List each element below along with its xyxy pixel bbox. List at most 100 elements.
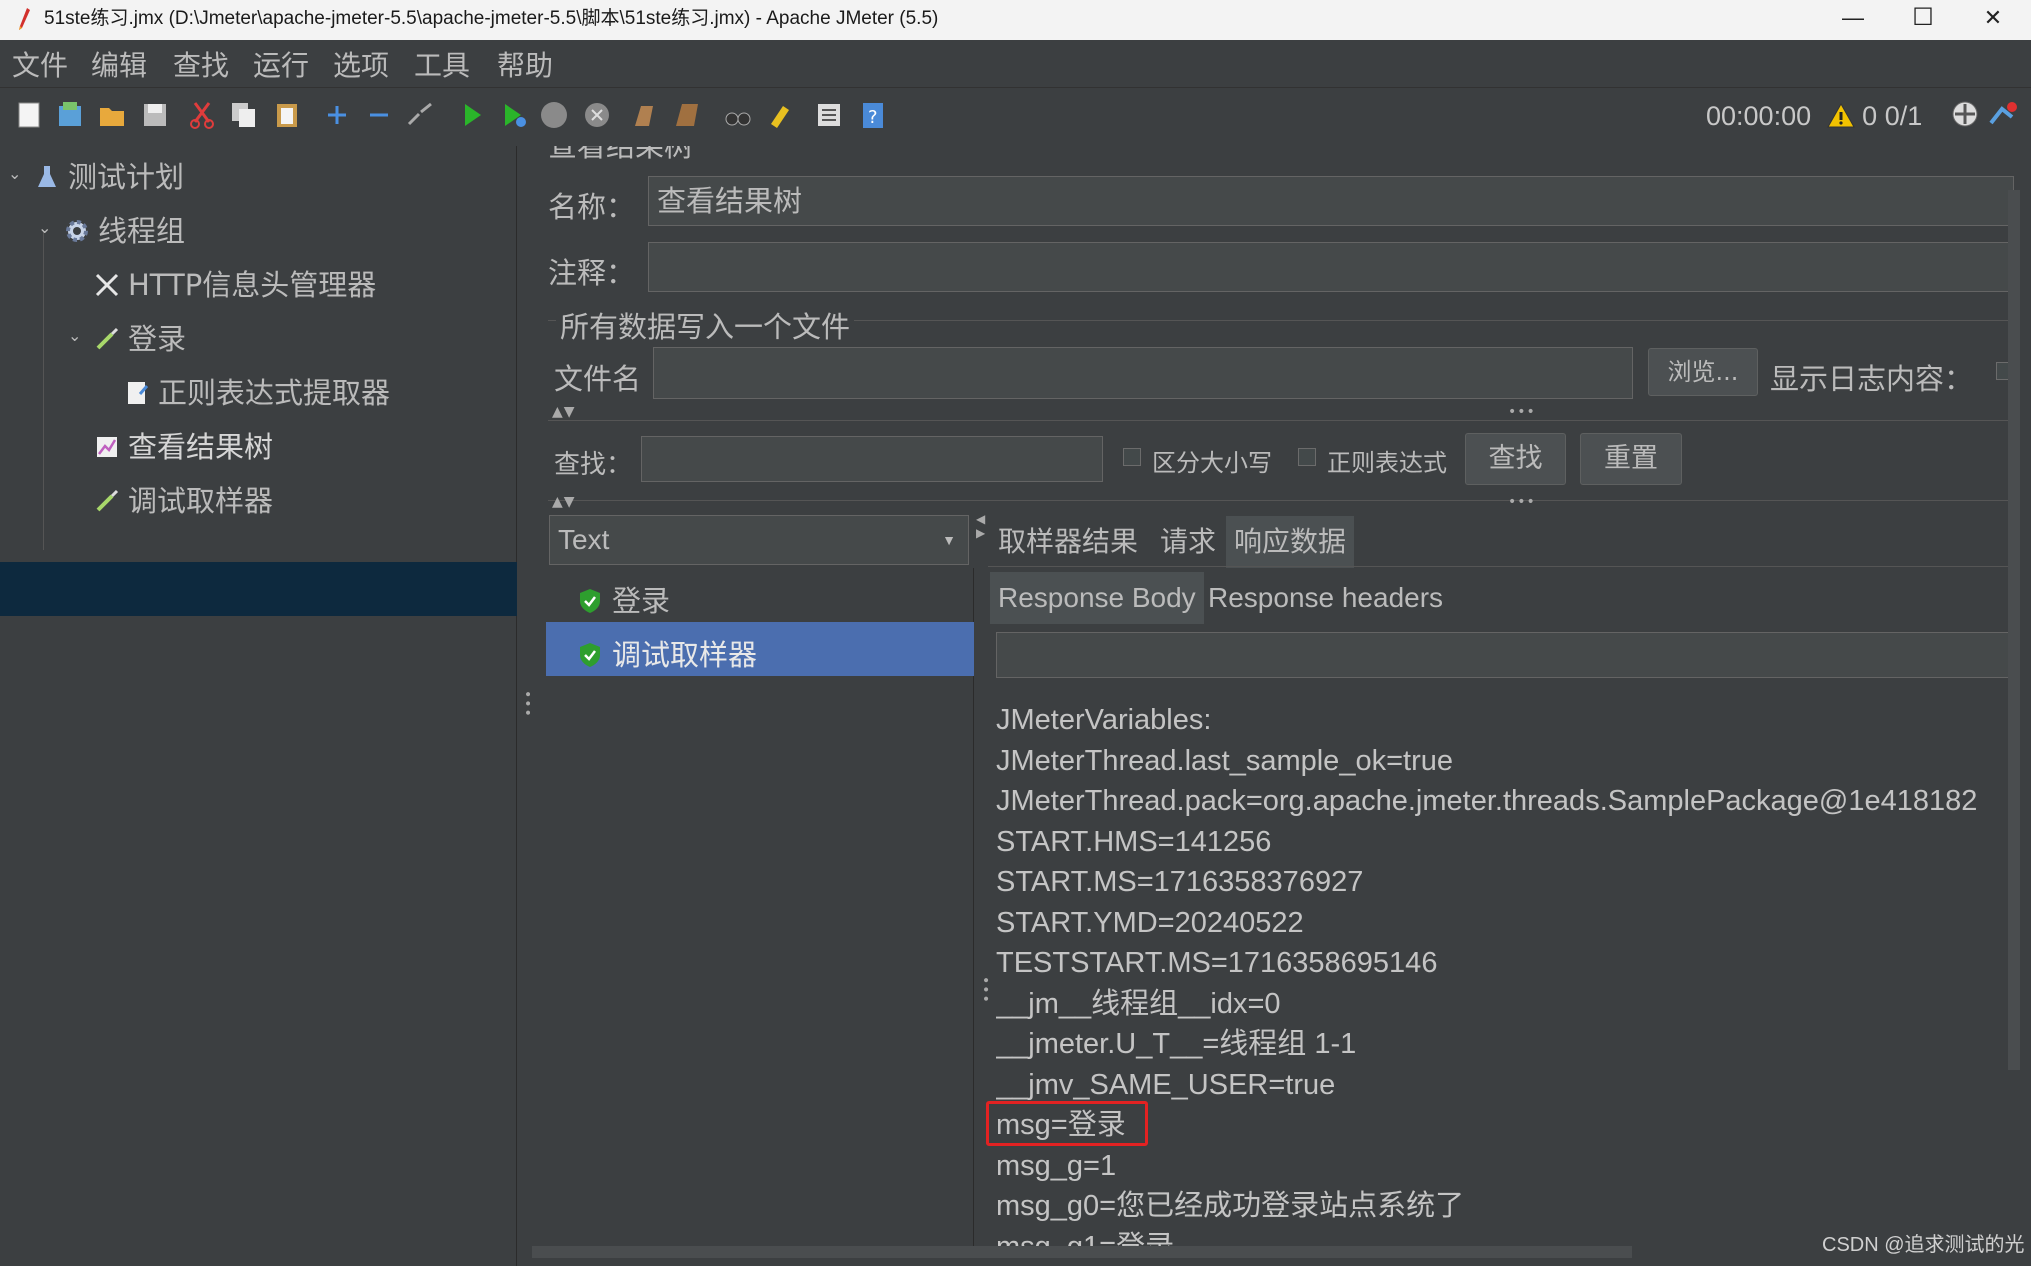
start-no-pauses-icon[interactable] [499,100,529,130]
templates-icon[interactable] [55,100,85,130]
stop-icon[interactable] [539,100,569,130]
window-titlebar: 51ste练习.jmx (D:\Jmeter\apache-jmeter-5.5… [0,0,2031,40]
menu-tools[interactable]: 工具 [414,44,470,84]
comment-field[interactable] [648,242,2014,292]
paste-icon[interactable] [272,100,302,130]
function-helper-icon[interactable] [814,100,844,130]
tree-label: 登录 [128,322,187,356]
search-label: 查找： [554,450,633,480]
filename-label: 文件名 [554,362,642,396]
tree-node-http-header-manager[interactable]: HTTP信息头管理器 [94,262,376,304]
result-item-debug-sampler[interactable]: 调试取样器 [578,632,757,674]
find-button[interactable]: 查找 [1465,433,1566,485]
toggle-icon[interactable] [405,100,435,130]
case-sensitive-checkbox[interactable] [1123,448,1141,466]
tree-label: 正则表达式提取器 [158,376,391,410]
splitter-grip[interactable]: ••• [1508,404,1536,420]
thread-count: 0/1 [1884,101,1923,131]
clear-all-icon[interactable] [672,100,702,130]
response-line: __jmeter.U_T__=线程组 1-1 [996,1028,1357,1060]
tab-request[interactable]: 请求 [1152,516,1224,568]
chevron-down-icon[interactable]: ⌄ [38,218,51,237]
tree-node-debug-sampler[interactable]: 调试取样器 [94,478,273,520]
tree-node-login-sampler[interactable]: 登录 [94,316,186,358]
maximize-button[interactable]: ☐ [1888,0,1958,36]
subtab-response-body[interactable]: Response Body [990,572,1204,624]
menu-search[interactable]: 查找 [173,44,229,84]
expand-icon[interactable] [322,100,352,130]
chevron-down-icon[interactable]: ⌄ [68,326,81,345]
tree-label: HTTP信息头管理器 [128,268,377,302]
menu-options[interactable]: 选项 [333,44,389,84]
open-icon[interactable] [97,100,127,130]
response-line: START.MS=1716358376927 [996,866,1364,898]
tree-node-regex-extractor[interactable]: 正则表达式提取器 [124,370,390,412]
flask-icon [38,166,56,187]
reset-search-icon[interactable] [765,100,795,130]
section-divider [548,420,2014,421]
response-line: START.YMD=20240522 [996,906,1304,939]
tree-node-test-plan[interactable]: 测试计划 [34,154,184,196]
close-button[interactable]: ✕ [1958,0,2028,36]
panel-title: 查看结果树 [548,146,693,160]
cut-icon[interactable] [187,100,217,130]
start-icon[interactable] [457,100,487,130]
tree-node-thread-group[interactable]: 线程组 [64,208,185,250]
highlight-box [986,1101,1148,1146]
remote-icon[interactable] [1950,99,1980,129]
response-search-field[interactable] [996,632,2014,678]
menu-help[interactable]: 帮助 [497,44,553,84]
tab-sampler-result[interactable]: 取样器结果 [990,516,1146,568]
document-icon [128,382,149,404]
splitter-grip[interactable]: ••• [1508,494,1536,510]
result-item-login[interactable]: 登录 [578,578,670,620]
copy-icon[interactable] [229,100,259,130]
collapse-arrows[interactable]: ▲▼ [552,404,576,420]
gear-icon [66,220,88,242]
collapse-arrows[interactable]: ▲▼ [552,494,576,510]
minimize-button[interactable]: — [1818,0,1888,36]
splitter-grip[interactable]: ••• [977,976,993,1004]
tree-label: 线程组 [98,214,186,248]
tree-label: 查看结果树 [128,430,274,464]
collapse-icon[interactable] [364,100,394,130]
tree-node-view-results-tree[interactable]: 查看结果树 [94,424,273,466]
browse-button[interactable]: 浏览... [1648,348,1758,396]
clear-icon[interactable] [629,100,659,130]
menu-run[interactable]: 运行 [253,44,309,84]
renderer-select[interactable]: Text ▼ [549,515,969,565]
pipette-icon [96,327,119,350]
warning-icon[interactable] [1826,102,1855,128]
menu-file[interactable]: 文件 [12,44,68,84]
search-input[interactable] [641,436,1103,482]
log-viewer-icon[interactable] [1988,99,2018,129]
splitter-arrows[interactable]: ◀ ▶ [976,512,986,540]
filename-field[interactable] [653,347,1633,399]
log-content-label: 显示日志内容： [1770,362,1974,396]
regex-checkbox[interactable] [1298,448,1316,466]
horizontal-scrollbar[interactable] [532,1246,1632,1258]
menu-bar: 文件 编辑 查找 运行 选项 工具 帮助 [0,40,2031,88]
menu-edit[interactable]: 编辑 [91,44,147,84]
reset-button[interactable]: 重置 [1580,433,1682,485]
help-icon[interactable]: ? [858,100,888,130]
success-shield-icon [580,643,600,667]
name-field[interactable]: 查看结果树 [648,176,2014,226]
response-line: msg=登录 [996,1109,1126,1141]
vertical-scrollbar[interactable] [2008,190,2020,1070]
comment-label: 注释： [548,256,636,290]
tab-divider [988,566,2014,567]
shutdown-icon[interactable] [582,100,612,130]
subtab-response-headers[interactable]: Response headers [1200,572,1451,624]
response-line: JMeterThread.pack=org.apache.jmeter.thre… [996,785,1978,817]
chevron-down-icon[interactable]: ⌄ [8,164,21,183]
binoculars-icon[interactable] [723,100,753,130]
response-body-text[interactable]: JMeterVariables: JMeterThread.last_sample… [996,700,2016,1250]
result-label: 调试取样器 [612,638,758,672]
response-line: START.HMS=141256 [996,825,1272,858]
tab-response-data[interactable]: 响应数据 [1226,516,1355,568]
new-icon[interactable] [14,100,44,130]
window-title: 51ste练习.jmx (D:\Jmeter\apache-jmeter-5.5… [44,8,939,29]
response-line: JMeterThread.last_sample_ok=true [996,744,1453,777]
save-icon[interactable] [140,100,170,130]
